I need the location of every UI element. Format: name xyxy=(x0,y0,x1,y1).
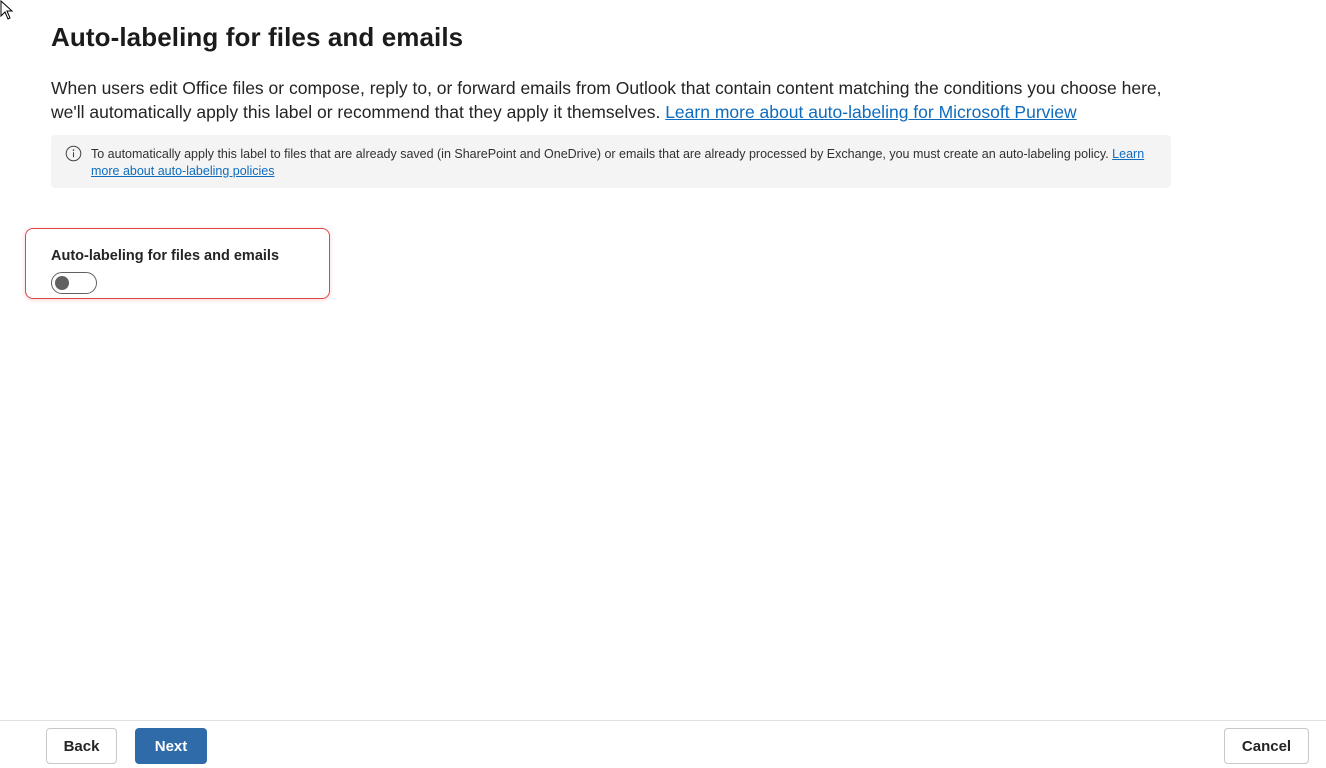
back-button[interactable]: Back xyxy=(46,728,117,764)
auto-labeling-page: Auto-labeling for files and emails When … xyxy=(0,0,1326,768)
cancel-button[interactable]: Cancel xyxy=(1224,728,1309,764)
auto-labeling-toggle-label: Auto-labeling for files and emails xyxy=(51,248,280,264)
learn-more-auto-labeling-link[interactable]: Learn more about auto-labeling for Micro… xyxy=(665,102,1076,122)
page-description: When users edit Office files or compose,… xyxy=(51,76,1171,124)
info-text: To automatically apply this label to fil… xyxy=(91,147,1109,161)
auto-labeling-toggle[interactable] xyxy=(51,272,97,294)
mouse-cursor-icon xyxy=(0,0,14,20)
wizard-footer: Back Next Cancel xyxy=(0,720,1326,768)
page-title: Auto-labeling for files and emails xyxy=(51,22,464,52)
next-button[interactable]: Next xyxy=(135,728,207,764)
info-message-bar: To automatically apply this label to fil… xyxy=(51,135,1171,188)
info-message-text: To automatically apply this label to fil… xyxy=(91,146,1156,180)
toggle-knob xyxy=(55,276,69,290)
auto-labeling-toggle-group: Auto-labeling for files and emails xyxy=(25,228,330,299)
info-icon xyxy=(65,145,82,162)
